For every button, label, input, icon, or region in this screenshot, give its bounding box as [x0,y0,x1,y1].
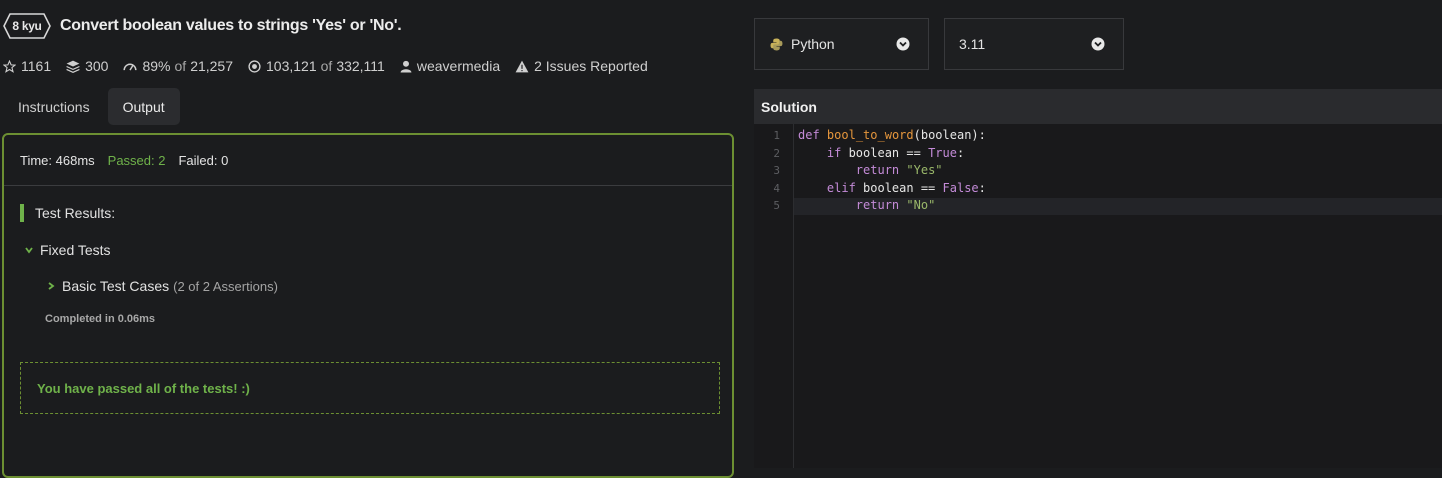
completed-of-label: of [320,58,333,74]
layers-icon [66,60,80,73]
fixed-tests-group[interactable]: Fixed Tests [24,242,111,258]
passed-count: Passed: 2 [107,153,166,168]
user-icon [400,60,412,73]
status-bar [20,204,24,222]
test-results-label: Test Results: [35,205,116,221]
language-select[interactable]: Python [754,18,929,70]
failed-count: Failed: 0 [178,153,229,168]
solution-title: Solution [761,98,817,115]
issues-label: 2 Issues Reported [534,58,648,74]
solution-pane: Python 3.11 Solution 1 2 3 4 5 def bool_… [746,0,1442,468]
attempts-count: 332,111 [336,58,385,74]
output-panel: Time: 468ms Passed: 2 Failed: 0 Test Res… [2,133,734,478]
satisfaction-icon [123,60,138,72]
kata-title: Convert boolean values to strings 'Yes' … [60,17,402,34]
target-icon [248,59,261,73]
collections-count: 300 [85,58,109,74]
tab-instructions[interactable]: Instructions [3,88,105,125]
basic-test-cases-label: Basic Test Cases [62,278,170,294]
pass-message-box: You have passed all of the tests! :) [20,362,720,414]
summary-divider [4,185,732,186]
line-number: 5 [773,199,780,212]
solution-header: Solution [754,89,1442,124]
completed-time: Completed in 0.06ms [45,313,156,325]
collections-stat[interactable]: 300 [66,58,108,74]
line-number: 3 [773,164,780,177]
python-icon [770,38,783,51]
run-time: Time: 468ms [20,153,95,168]
code-line: return "Yes" [855,163,943,177]
author-stat[interactable]: weavermedia [400,58,500,74]
code-line: return "No" [855,198,936,212]
line-number: 1 [773,129,780,142]
line-number-gutter: 1 2 3 4 5 [754,124,794,468]
completions-stat: 103,121 of 332,111 [248,58,385,74]
test-results-heading: Test Results: [20,204,115,222]
stars-count: 1161 [21,58,52,74]
pass-message: You have passed all of the tests! :) [37,380,250,396]
fixed-tests-label: Fixed Tests [40,242,111,258]
satisfaction-stat: 89% of 21,257 [123,58,233,74]
rank-badge[interactable]: 8 kyu [3,13,51,39]
kata-info-pane: 8 kyu Convert boolean values to strings … [0,0,745,478]
kata-stats: 1161 300 89% of 21,257 103,121 of 332,11… [3,57,663,75]
satisfaction-rate: 89% [142,58,171,74]
chevron-down-icon [1091,37,1105,51]
assertion-count: (2 of 2 Assertions) [173,278,278,294]
test-summary: Time: 468ms Passed: 2 Failed: 0 [20,153,241,168]
version-select[interactable]: 3.11 [944,18,1124,70]
code-line: elif boolean == False: [826,180,986,195]
author-name: weavermedia [416,58,501,74]
tab-output[interactable]: Output [107,88,180,125]
code-line: if boolean == True: [826,145,965,160]
chevron-down-icon [896,37,910,51]
line-number: 4 [773,181,780,195]
rank-label: 8 kyu [12,19,42,33]
kata-title-row: 8 kyu Convert boolean values to strings … [3,12,402,40]
warning-icon [515,60,529,73]
language-label: Python [791,36,835,52]
basic-test-cases[interactable]: Basic Test Cases (2 of 2 Assertions) [46,278,278,294]
kata-tabs: Instructions Output [3,88,183,125]
satisfaction-votes: 21,257 [190,58,234,74]
star-icon [3,59,16,73]
satisfaction-of-label: of [174,58,187,74]
stars-stat[interactable]: 1161 [3,58,51,74]
chevron-right-icon [46,281,56,291]
code-line: def bool_to_word(boolean): [798,128,986,142]
line-number: 2 [773,146,780,160]
code-editor[interactable]: 1 2 3 4 5 def bool_to_word(boolean): if … [754,124,1442,468]
chevron-down-icon [24,245,34,255]
issues-stat[interactable]: 2 Issues Reported [515,58,648,74]
completed-count: 103,121 [266,58,317,74]
version-label: 3.11 [959,36,986,52]
